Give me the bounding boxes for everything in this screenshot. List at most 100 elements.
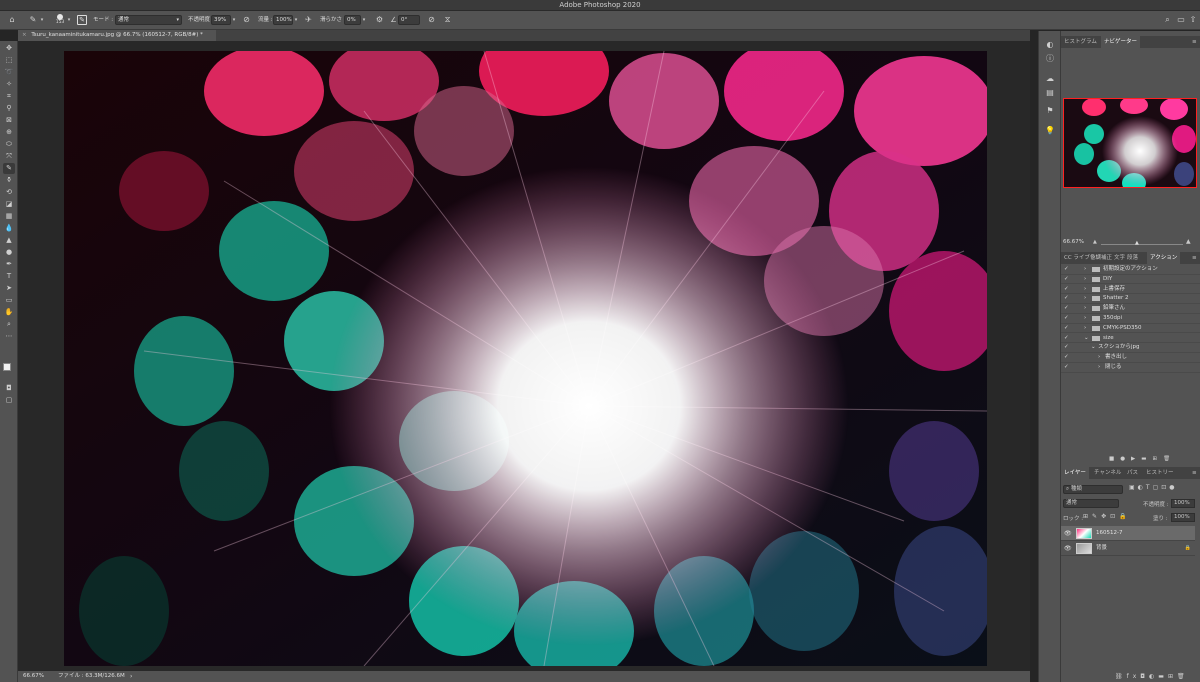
disclosure-icon[interactable]: › [1084, 275, 1086, 284]
eyedropper-tool-icon[interactable]: ⚲ [3, 103, 15, 114]
share-icon[interactable]: ⇧ [1188, 14, 1198, 26]
lasso-tool-icon[interactable]: ➰ [3, 67, 15, 78]
layer-name[interactable]: 160512-7 [1096, 526, 1122, 541]
close-icon[interactable]: × [22, 32, 27, 38]
brush-settings-icon[interactable]: ✎ [77, 15, 87, 25]
clone-stamp-tool-icon[interactable]: ⚱ [3, 175, 15, 186]
document-tab[interactable]: × Tsuru_kanaaminitukamaru.jpg @ 66.7% (1… [18, 30, 216, 41]
opacity-input[interactable]: 39% [211, 15, 231, 25]
tab-channels[interactable]: チャンネル [1091, 467, 1124, 479]
tab-history[interactable]: ヒストリー [1143, 467, 1177, 479]
search-icon[interactable]: ⌕ [1162, 14, 1173, 26]
layer-thumbnail[interactable] [1076, 528, 1092, 539]
check-icon[interactable]: ✓ [1064, 294, 1069, 303]
action-item[interactable]: ✓ › 書き出し [1061, 353, 1200, 363]
adjustment-filter-icon[interactable]: ◐ [1138, 484, 1146, 491]
lock-position-icon[interactable]: ✥ [1101, 513, 1110, 520]
history-brush-tool-icon[interactable]: ⟲ [3, 187, 15, 198]
layer-opacity-input[interactable]: 100% [1171, 499, 1195, 508]
action-item[interactable]: ✓ ⌄ size [1061, 334, 1200, 344]
chevron-down-icon[interactable]: ▾ [361, 14, 367, 26]
layer-name[interactable]: 背景 [1096, 541, 1107, 556]
chevron-down-icon[interactable]: ▾ [39, 14, 45, 26]
content-aware-move-icon[interactable]: ⤧ [3, 151, 15, 162]
tab-layers[interactable]: レイヤー [1061, 467, 1089, 479]
record-icon[interactable]: ● [1120, 456, 1131, 462]
disclosure-icon[interactable]: › [1084, 314, 1086, 323]
action-item[interactable]: ✓ › 上書保存 [1061, 285, 1200, 295]
action-item[interactable]: ✓ ⌄ スクショからjpg [1061, 343, 1200, 354]
check-icon[interactable]: ✓ [1064, 265, 1069, 274]
action-item[interactable]: ✓ › Shatter 2 [1061, 294, 1200, 305]
disclosure-icon[interactable]: ⌄ [1084, 334, 1089, 343]
lock-transparent-icon[interactable]: ⊞ [1083, 513, 1092, 520]
action-item[interactable]: ✓ › CMYK-PSD350 [1061, 324, 1200, 334]
shape-tool-icon[interactable]: ▭ [3, 295, 15, 306]
adjustment-layer-icon[interactable]: ◐ [1149, 673, 1158, 680]
panel-menu-icon[interactable]: ≡ [1189, 467, 1200, 479]
disclosure-icon[interactable]: › [1098, 353, 1100, 362]
stop-icon[interactable]: ■ [1109, 456, 1120, 462]
disclosure-icon[interactable]: › [1098, 363, 1100, 372]
pressure-opacity-icon[interactable]: ⊘ [241, 14, 252, 26]
check-icon[interactable]: ✓ [1064, 275, 1069, 284]
panel-menu-icon[interactable]: ≡ [1189, 36, 1200, 48]
play-icon[interactable]: ▶ [1131, 456, 1141, 462]
tab-actions[interactable]: アクション [1147, 252, 1181, 264]
new-action-icon[interactable]: ⊞ [1152, 456, 1163, 462]
flow-input[interactable]: 100% [273, 15, 293, 25]
disclosure-icon[interactable]: › [1084, 265, 1086, 274]
action-item[interactable]: ✓ › 初期設定のアクション [1061, 265, 1200, 275]
disclosure-icon[interactable]: › [1084, 324, 1086, 333]
layer-row[interactable]: 👁 160512-7 [1061, 526, 1195, 541]
blur-tool-icon[interactable]: 💧 [3, 223, 15, 234]
type-filter-icon[interactable]: T [1146, 484, 1153, 491]
adjustments-panel-icon[interactable]: ▤ [1044, 87, 1056, 99]
sharpen-tool-icon[interactable]: ▲ [3, 235, 15, 246]
zoom-slider[interactable] [1101, 244, 1183, 245]
spot-healing-tool-icon[interactable]: ⊕ [3, 127, 15, 138]
check-icon[interactable]: ✓ [1064, 363, 1069, 372]
tab-paths[interactable]: パス [1124, 467, 1141, 479]
properties-panel-icon[interactable]: ⚑ [1044, 105, 1056, 117]
info-panel-icon[interactable]: ⓘ [1044, 53, 1056, 65]
magic-wand-tool-icon[interactable]: ✧ [3, 79, 15, 90]
brush-tool-icon[interactable]: ✎ [27, 14, 39, 26]
tab-histogram[interactable]: ヒストグラム [1061, 36, 1100, 48]
move-tool-icon[interactable]: ✥ [3, 43, 15, 54]
color-panel-icon[interactable]: ◐ [1044, 39, 1056, 51]
trash-icon[interactable]: 🗑 [1163, 456, 1176, 462]
chevron-down-icon[interactable]: ▾ [66, 14, 72, 26]
action-item[interactable]: ✓ › 350dpi [1061, 314, 1200, 324]
eraser-tool-icon[interactable]: ◪ [3, 199, 15, 210]
eye-icon[interactable]: 👁 [1064, 526, 1072, 541]
layer-row[interactable]: 👁 背景 🔒 [1061, 541, 1195, 556]
quick-mask-icon[interactable]: ◘ [3, 383, 15, 394]
check-icon[interactable]: ✓ [1064, 343, 1069, 352]
lock-image-icon[interactable]: ✎ [1092, 513, 1101, 520]
shape-filter-icon[interactable]: ▢ [1153, 484, 1162, 491]
disclosure-icon[interactable]: › [1084, 304, 1086, 313]
crop-tool-icon[interactable]: ⌗ [3, 91, 15, 102]
check-icon[interactable]: ✓ [1064, 334, 1069, 343]
trash-icon[interactable]: 🗑 [1177, 673, 1189, 680]
workspace-icon[interactable]: ▭ [1176, 14, 1186, 26]
panel-menu-icon[interactable]: ≡ [1189, 252, 1200, 264]
filter-toggle-icon[interactable]: ● [1169, 484, 1177, 491]
disclosure-icon[interactable]: › [1084, 294, 1086, 303]
zoom-in-icon[interactable]: ▲ [1186, 238, 1191, 245]
mask-icon[interactable]: ◘ [1140, 673, 1149, 680]
pixel-filter-icon[interactable]: ▣ [1129, 484, 1138, 491]
zoom-level[interactable]: 66.67% [23, 671, 44, 682]
chevron-down-icon[interactable]: ▾ [293, 14, 299, 26]
new-set-icon[interactable]: ▬ [1141, 456, 1152, 462]
eye-icon[interactable]: 👁 [1064, 541, 1072, 556]
lock-artboard-icon[interactable]: ⊡ [1110, 513, 1119, 520]
zoom-tool-icon[interactable]: ⌕ [3, 319, 15, 330]
zoom-slider-handle[interactable]: ▲ [1135, 240, 1139, 246]
pressure-size-icon[interactable]: ⊘ [426, 14, 437, 26]
group-icon[interactable]: ▬ [1158, 673, 1168, 680]
check-icon[interactable]: ✓ [1064, 285, 1069, 294]
smoothing-input[interactable]: 0% [344, 15, 361, 25]
check-icon[interactable]: ✓ [1064, 304, 1069, 313]
